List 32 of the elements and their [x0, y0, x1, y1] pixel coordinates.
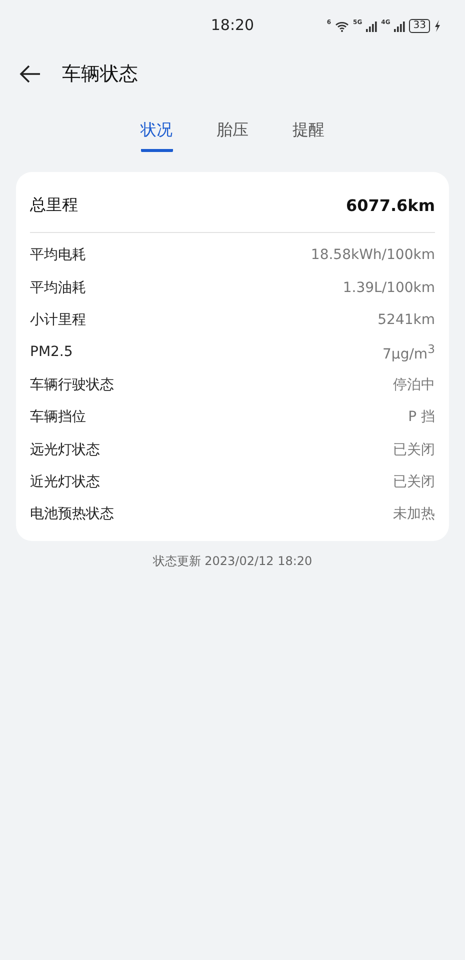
back-button[interactable] [18, 64, 42, 84]
row-label: 车辆挡位 [30, 408, 86, 426]
row-value: 6077.6km [346, 196, 435, 214]
row-label: 近光灯状态 [30, 472, 100, 491]
signal-icon [366, 20, 378, 32]
row-value: 18.58kWh/100km [310, 247, 435, 264]
row-value: 1.39L/100km [342, 280, 435, 296]
row-value: 5241km [378, 312, 435, 328]
row-label: PM2.5 [30, 344, 73, 360]
battery-level: 33 [409, 19, 430, 33]
row-value: 未加热 [393, 505, 435, 524]
signal-icon [394, 20, 406, 32]
row-label: 平均电耗 [30, 246, 86, 264]
row-value: 停泊中 [393, 376, 435, 394]
tab[interactable]: 提醒 [292, 118, 324, 152]
row-label: 小计里程 [30, 310, 86, 329]
row-label: 远光灯状态 [30, 440, 100, 459]
status-time: 18:20 [210, 16, 254, 34]
row-value: 已关闭 [393, 472, 435, 491]
row-value: 已关闭 [393, 440, 435, 459]
row-label: 电池预热状态 [30, 505, 114, 524]
row-value: 7μg/m$^{3}$ [382, 342, 435, 363]
page-title: 车辆状态 [62, 62, 138, 87]
update-time: 状态更新 2023/02/12 18:20 [152, 552, 314, 570]
row-label: 平均油耗 [30, 278, 86, 297]
row-label: 总里程 [30, 194, 78, 216]
row-value: P 挡 [408, 408, 435, 426]
charging-icon [434, 20, 441, 32]
wifi-icon [335, 20, 350, 32]
row-label: 车辆行驶状态 [30, 376, 114, 394]
tab[interactable]: 胎压 [216, 118, 248, 152]
tab[interactable]: 状况 [140, 118, 172, 152]
